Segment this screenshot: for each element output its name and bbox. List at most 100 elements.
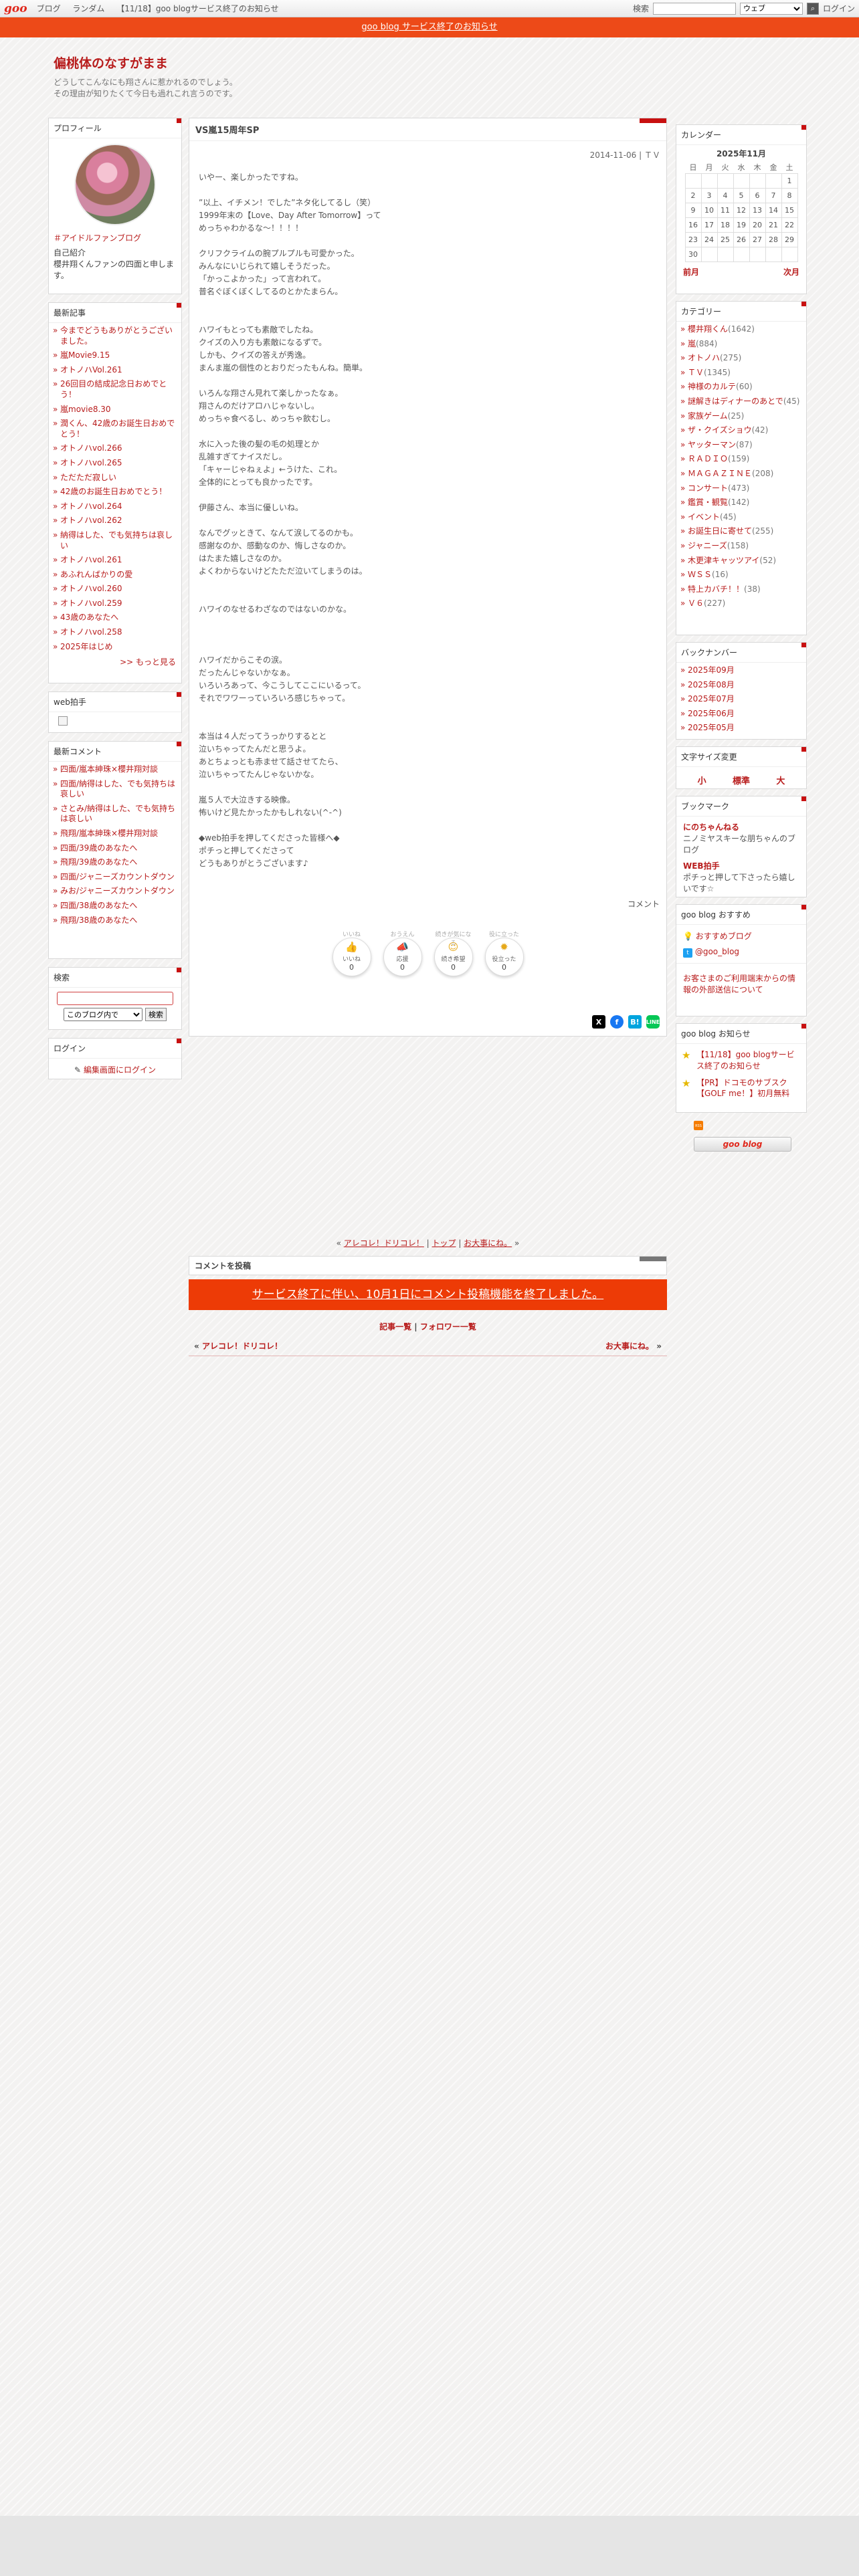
category-link[interactable]: オトノハ (688, 353, 720, 362)
recent-article-link[interactable]: 嵐movie8.30 (60, 405, 111, 414)
recent-article-link[interactable]: 42歳のお誕生日おめでとう！ (60, 487, 167, 496)
article-comment-link[interactable]: コメント (628, 899, 660, 909)
blog-title[interactable]: 偏桃体のなすがまま (54, 53, 522, 72)
category-link[interactable]: お誕生日に寄せて (688, 526, 752, 536)
recent-article-link[interactable]: 今までどうもありがとうございました。 (60, 326, 173, 346)
top-search-scope[interactable]: ウェブ (739, 2, 803, 15)
news-item-link[interactable]: 【11/18】goo blogサービス終了のお知らせ (696, 1050, 795, 1071)
pager-top-link[interactable]: トップ (432, 1239, 456, 1248)
reaction-circle[interactable]: ✹ 役立った 0 (484, 938, 524, 976)
category-link[interactable]: ＭＡＧＡＺＩＮＥ (688, 469, 752, 478)
line-share-icon[interactable]: LINE (646, 1015, 660, 1029)
recent-comment-link[interactable]: 飛翔/39歳のあなたへ (60, 857, 137, 867)
recent-article-link[interactable]: オトノハvol.260 (60, 584, 122, 593)
recent-article-link[interactable]: オトノハvol.262 (60, 516, 122, 525)
category-link[interactable]: ＲＡＤＩＯ (688, 454, 728, 463)
follower-list-link[interactable]: フォロワー一覧 (420, 1322, 476, 1331)
font-size-small-button[interactable]: 小 (698, 774, 706, 786)
recent-article-link[interactable]: 26回目の結成記念日おめでとう！ (60, 379, 167, 399)
category-link[interactable]: ザ・クイズショウ (688, 425, 752, 435)
category-link[interactable]: イベント (688, 512, 720, 522)
recent-article-link[interactable]: 納得はした、でも気持ちは哀しい (60, 530, 173, 550)
font-size-large-button[interactable]: 大 (776, 774, 785, 786)
category-link[interactable]: ジャニーズ (688, 541, 727, 550)
category-link[interactable]: コンサート (688, 484, 728, 493)
backnumber-link[interactable]: 2025年07月 (688, 694, 735, 704)
recent-comment-link[interactable]: 四面/納得はした、でも気持ちは哀しい (60, 779, 175, 799)
search-button-icon[interactable]: ⌕ (806, 2, 819, 15)
recent-article-link[interactable]: あふれんばかりの愛 (60, 570, 132, 579)
recent-article-link[interactable]: オトノハvol.258 (60, 627, 122, 637)
article-list-link[interactable]: 記事一覧 (379, 1322, 411, 1331)
category-link[interactable]: 神様のカルテ (688, 382, 736, 391)
category-link[interactable]: ヤッターマン (688, 440, 736, 449)
recent-comment-link[interactable]: 飛翔/38歳のあなたへ (60, 916, 137, 925)
top-nav-random-link[interactable]: ランダム (72, 4, 104, 13)
recent-comment-link[interactable]: 四面/嵐本紳珠×櫻井翔対談 (60, 764, 158, 774)
recent-comment-link[interactable]: 四面/39歳のあなたへ (60, 843, 137, 853)
recent-article-link[interactable]: 2025年はじめ (60, 642, 113, 651)
blog-search-scope[interactable]: このブログ内で (64, 1008, 142, 1021)
recent-article-link[interactable]: オトノハvol.261 (60, 555, 122, 564)
login-link[interactable]: ログイン (823, 3, 855, 14)
blog-search-button[interactable]: 検索 (145, 1008, 167, 1021)
category-link[interactable]: 謎解きはディナーのあとで (688, 397, 783, 406)
next-article-link[interactable]: お大事にね。 (605, 1341, 654, 1351)
recent-article-link[interactable]: オトノハVol.261 (60, 365, 122, 374)
reaction-button[interactable]: 続きが気になる ☺ 続き希望 0 (434, 930, 473, 976)
goo-blog-twitter-link[interactable]: @goo_blog (695, 947, 739, 956)
goo-logo[interactable]: goo (4, 2, 27, 15)
reaction-circle[interactable]: 👍 いいね 0 (332, 938, 371, 976)
web-clap-image-icon[interactable] (58, 716, 68, 726)
backnumber-link[interactable]: 2025年06月 (688, 709, 735, 718)
comment-closed-link[interactable]: サービス終了に伴い、10月1日にコメント投稿機能を終了しました。 (252, 1288, 603, 1301)
pager-next-link[interactable]: お大事にね。 (464, 1239, 512, 1248)
bookmark-title[interactable]: WEB拍手 (683, 861, 799, 872)
category-link[interactable]: 家族ゲーム (688, 411, 728, 421)
category-link[interactable]: ＷＳＳ (688, 570, 712, 579)
category-link[interactable]: 櫻井翔くん (688, 324, 728, 334)
recent-comment-link[interactable]: さとみ/納得はした、でも気持ちは哀しい (60, 804, 175, 824)
blog-search-input[interactable] (57, 992, 173, 1005)
top-search-input[interactable] (652, 2, 736, 15)
reaction-button[interactable]: いいね 👍 いいね 0 (332, 930, 371, 976)
recent-article-link[interactable]: オトノハvol.265 (60, 458, 122, 467)
hatena-bookmark-icon[interactable]: B! (628, 1015, 642, 1029)
font-size-normal-button[interactable]: 標準 (733, 774, 750, 786)
reaction-circle[interactable]: 📣 応援 0 (383, 938, 422, 976)
news-item-link[interactable]: 【PR】ドコモのサブスク【GOLF me！】初月無料 (696, 1078, 789, 1099)
category-link[interactable]: 特上カバチ！！ (688, 584, 744, 594)
calendar-next-month[interactable]: 次月 (783, 266, 799, 278)
prev-article-link[interactable]: アレコレ！ドリコレ！ (202, 1341, 282, 1351)
recent-article-link[interactable]: オトノハvol.259 (60, 599, 122, 608)
category-link[interactable]: 木更津キャッツアイ (688, 556, 759, 565)
recent-comment-link[interactable]: 四面/38歳のあなたへ (60, 901, 137, 910)
more-articles-link[interactable]: >> もっと見る (120, 657, 176, 667)
external-transmission-link[interactable]: お客さまのご利用端末からの情報の外部送信について (683, 974, 795, 994)
category-link[interactable]: Ｖ６ (688, 599, 704, 608)
recent-comment-link[interactable]: みお/ジャニーズカウントダウン (60, 886, 175, 895)
bookmark-title[interactable]: にのちゃんねる (683, 822, 799, 833)
recent-comment-link[interactable]: 四面/ジャニーズカウントダウン (60, 872, 175, 881)
recent-article-link[interactable]: ただただ寂しい (60, 473, 116, 482)
recent-article-link[interactable]: 43歳のあなたへ (60, 613, 118, 622)
goo-blog-badge[interactable]: goo blog (694, 1137, 791, 1152)
x-share-icon[interactable]: X (592, 1015, 605, 1029)
backnumber-link[interactable]: 2025年05月 (688, 723, 735, 732)
pager-prev-link[interactable]: アレコレ！ドリコレ！ (344, 1239, 424, 1248)
recent-comment-link[interactable]: 飛翔/嵐本紳珠×櫻井翔対談 (60, 829, 158, 838)
backnumber-link[interactable]: 2025年09月 (688, 665, 735, 675)
service-end-notice-link[interactable]: goo blog サービス終了のお知らせ (361, 22, 497, 32)
category-link[interactable]: ＴＶ (688, 368, 704, 377)
category-link[interactable]: 鑑賞・観覧 (688, 498, 728, 507)
reaction-button[interactable]: おうえん 📣 応援 0 (383, 930, 422, 976)
calendar-prev-month[interactable]: 前月 (683, 266, 699, 278)
profile-category-link[interactable]: ＃アイドルファンブログ (54, 233, 141, 243)
recent-article-link[interactable]: 嵐Movie9.15 (60, 350, 110, 360)
rss-icon[interactable]: RSS (694, 1121, 703, 1130)
recent-article-link[interactable]: オトノハvol.264 (60, 502, 122, 511)
reaction-button[interactable]: 役に立った ✹ 役立った 0 (484, 930, 524, 976)
article-title[interactable]: VS嵐15周年SP (189, 118, 666, 141)
recent-article-link[interactable]: オトノハvol.266 (60, 443, 122, 453)
recommend-blog-link[interactable]: おすすめブログ (696, 932, 752, 941)
